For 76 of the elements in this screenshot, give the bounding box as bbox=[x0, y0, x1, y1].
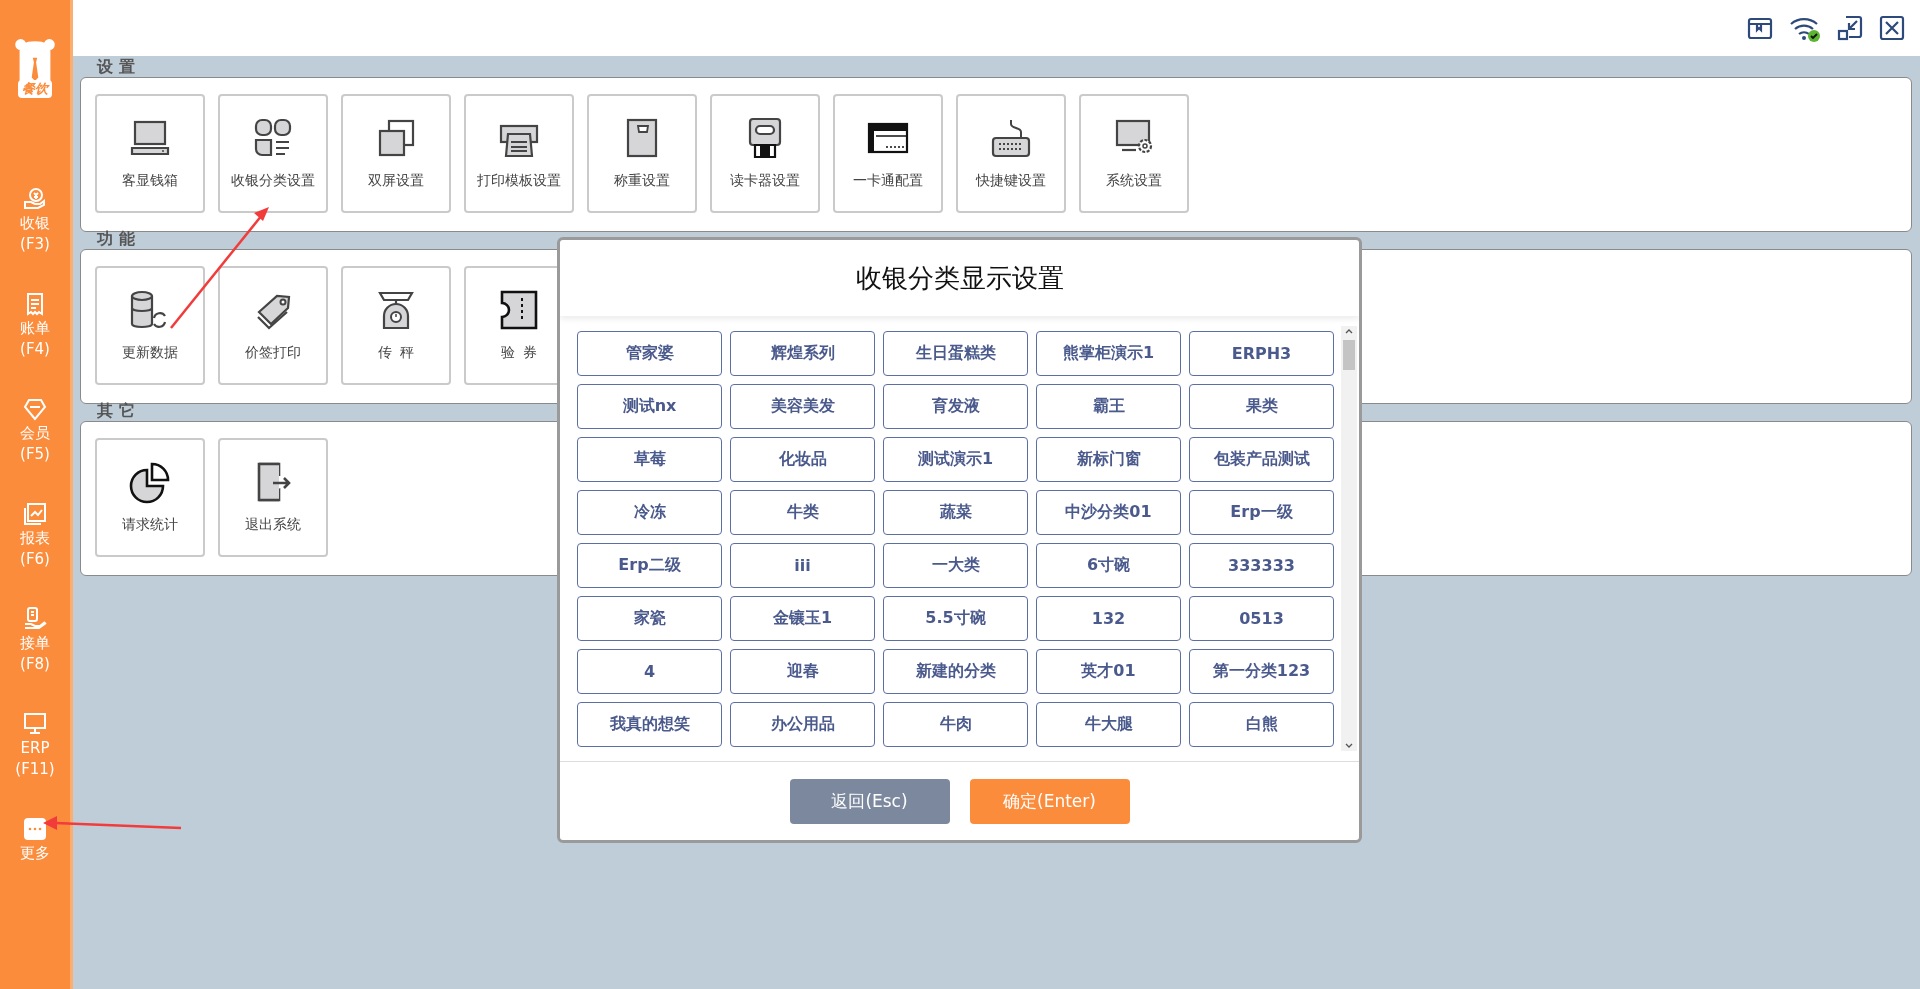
category-button[interactable]: 测试演示1 bbox=[883, 437, 1028, 482]
category-button[interactable]: 牛肉 bbox=[883, 702, 1028, 747]
category-button[interactable]: ERPH3 bbox=[1189, 331, 1334, 376]
category-button[interactable]: 冷冻 bbox=[577, 490, 722, 535]
coin-hand-icon bbox=[22, 186, 48, 212]
settings-tile[interactable]: 请求统计 bbox=[95, 438, 205, 557]
minimize-window-icon[interactable] bbox=[1836, 14, 1864, 42]
settings-tile[interactable]: 收银分类设置 bbox=[218, 94, 328, 213]
category-button[interactable]: 金镶玉1 bbox=[730, 596, 875, 641]
more-icon bbox=[22, 816, 48, 842]
category-button[interactable]: 生日蛋糕类 bbox=[883, 331, 1028, 376]
logo-text: 餐饮 bbox=[18, 80, 52, 98]
gem-icon bbox=[22, 396, 48, 422]
category-button[interactable]: 英才01 bbox=[1036, 649, 1181, 694]
section-title: 功 能 bbox=[97, 229, 135, 249]
category-button[interactable]: 一大类 bbox=[883, 543, 1028, 588]
category-button[interactable]: 蔬菜 bbox=[883, 490, 1028, 535]
category-button[interactable]: Erp二级 bbox=[577, 543, 722, 588]
category-button[interactable]: 中沙分类01 bbox=[1036, 490, 1181, 535]
category-button[interactable]: Erp一级 bbox=[1189, 490, 1334, 535]
close-icon[interactable] bbox=[1878, 14, 1906, 42]
category-button[interactable]: 4 bbox=[577, 649, 722, 694]
category-button[interactable]: 迎春 bbox=[730, 649, 875, 694]
category-button[interactable]: 132 bbox=[1036, 596, 1181, 641]
category-button[interactable]: 化妆品 bbox=[730, 437, 875, 482]
shortcut-label: (F5) bbox=[20, 445, 50, 464]
category-button[interactable]: 我真的想笑 bbox=[577, 702, 722, 747]
category-button[interactable]: 牛类 bbox=[730, 490, 875, 535]
category-button[interactable]: 0513 bbox=[1189, 596, 1334, 641]
scrollbar[interactable] bbox=[1341, 326, 1357, 751]
category-button[interactable]: 白熊 bbox=[1189, 702, 1334, 747]
section-title: 设 置 bbox=[97, 57, 135, 77]
category-button[interactable]: 育发液 bbox=[883, 384, 1028, 429]
settings-tile[interactable]: 读卡器设置 bbox=[710, 94, 820, 213]
settings-tile[interactable]: 客显钱箱 bbox=[95, 94, 205, 213]
category-button[interactable]: 熊掌柜演示1 bbox=[1036, 331, 1181, 376]
shortcut-label: (F6) bbox=[20, 550, 50, 569]
scrollbar-thumb[interactable] bbox=[1343, 340, 1355, 370]
category-button[interactable]: 第一分类123 bbox=[1189, 649, 1334, 694]
settings-tile[interactable]: 退出系统 bbox=[218, 438, 328, 557]
pie-chart-icon bbox=[128, 460, 172, 504]
category-button[interactable]: 6寸碗 bbox=[1036, 543, 1181, 588]
shortcut-label: (F8) bbox=[20, 655, 50, 674]
settings-tile[interactable]: 称重设置 bbox=[587, 94, 697, 213]
category-button[interactable]: 辉煌系列 bbox=[730, 331, 875, 376]
shortcut-label: (F3) bbox=[20, 235, 50, 254]
settings-tile[interactable]: 双屏设置 bbox=[341, 94, 451, 213]
category-button[interactable]: 333333 bbox=[1189, 543, 1334, 588]
category-button[interactable]: 草莓 bbox=[577, 437, 722, 482]
monitor-icon bbox=[22, 711, 48, 737]
category-button[interactable]: 管家婆 bbox=[577, 331, 722, 376]
shortcut-label: (F4) bbox=[20, 340, 50, 359]
settings-tile[interactable]: 传 秤 bbox=[341, 266, 451, 385]
category-button[interactable]: 新建的分类 bbox=[883, 649, 1028, 694]
settings-tile[interactable]: 快捷键设置 bbox=[956, 94, 1066, 213]
section-title: 其 它 bbox=[97, 401, 135, 421]
settings-tile[interactable]: 系统设置 bbox=[1079, 94, 1189, 213]
category-button[interactable]: 办公用品 bbox=[730, 702, 875, 747]
shortcut-label: (F11) bbox=[15, 760, 55, 779]
category-button[interactable]: 牛大腿 bbox=[1036, 702, 1181, 747]
category-button[interactable]: 霸王 bbox=[1036, 384, 1181, 429]
settings-tile[interactable]: 一卡通配置 bbox=[833, 94, 943, 213]
settings-tile[interactable]: 更新数据 bbox=[95, 266, 205, 385]
settings-tile[interactable]: 价签打印 bbox=[218, 266, 328, 385]
settings-tile[interactable]: 打印模板设置 bbox=[464, 94, 574, 213]
category-button[interactable]: 包装产品测试 bbox=[1189, 437, 1334, 482]
category-button[interactable]: iii bbox=[730, 543, 875, 588]
category-button[interactable]: 测试nx bbox=[577, 384, 722, 429]
category-button[interactable]: 家瓷 bbox=[577, 596, 722, 641]
category-button[interactable]: 果类 bbox=[1189, 384, 1334, 429]
category-button[interactable]: 5.5寸碗 bbox=[883, 596, 1028, 641]
back-button[interactable]: 返回(Esc) bbox=[789, 778, 950, 824]
chart-icon bbox=[22, 501, 48, 527]
hand-phone-icon bbox=[22, 606, 48, 632]
category-button[interactable]: 美容美发 bbox=[730, 384, 875, 429]
category-button[interactable]: 新标门窗 bbox=[1036, 437, 1181, 482]
